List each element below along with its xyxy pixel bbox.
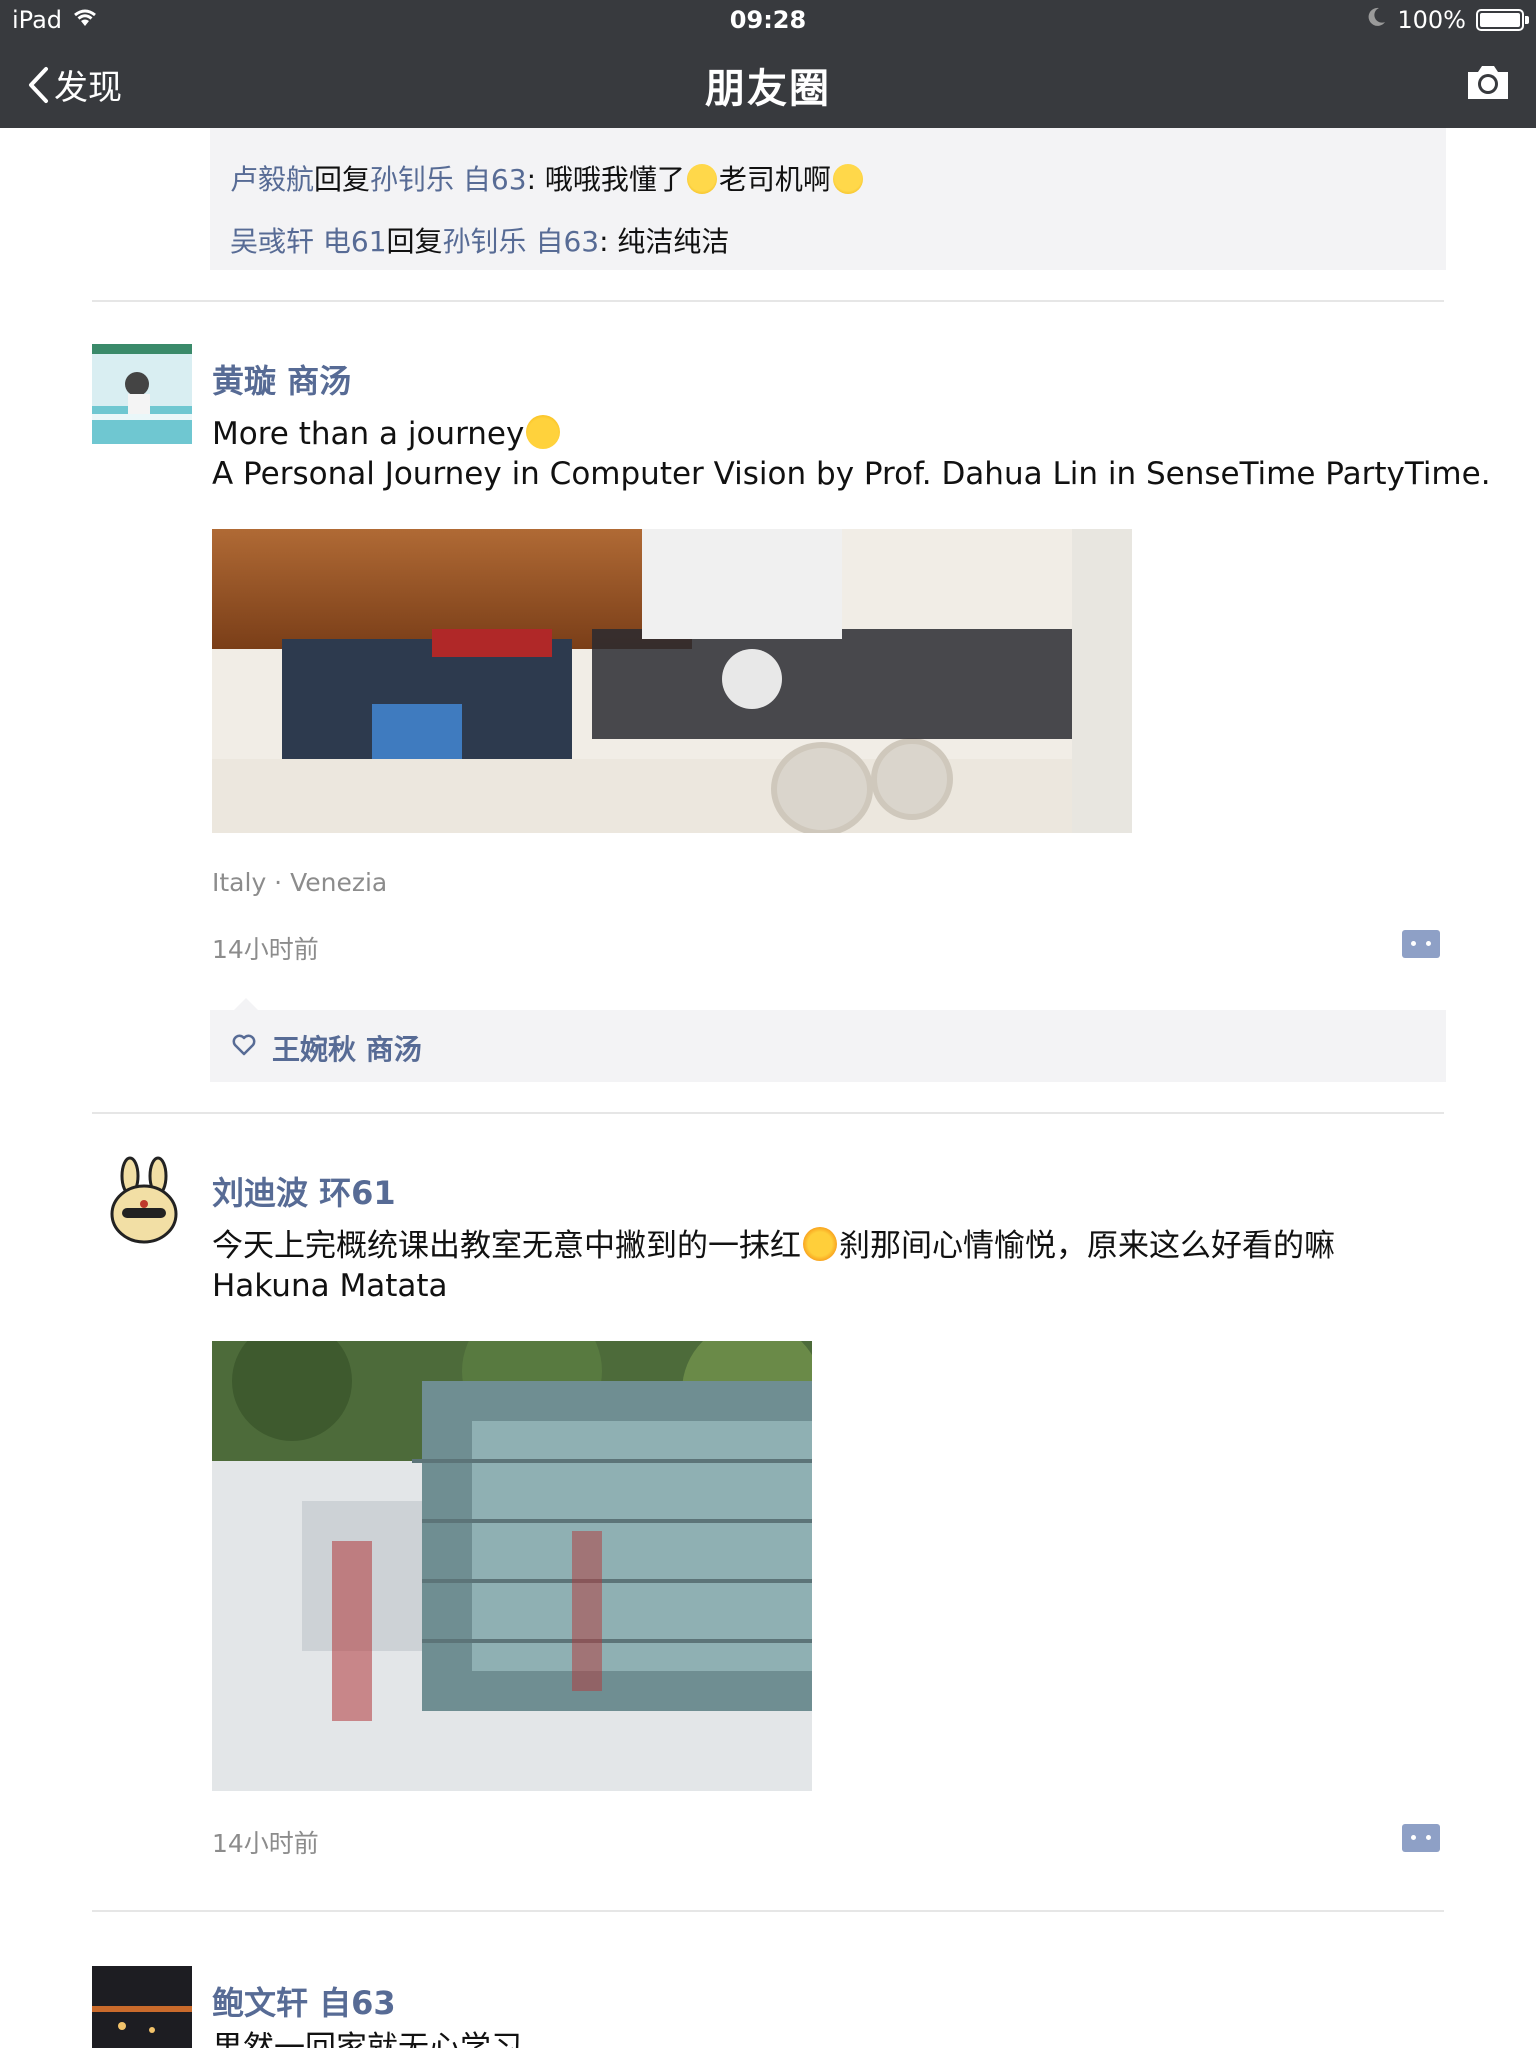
post-text-line: More than a journey — [212, 414, 562, 454]
post-divider — [92, 300, 1444, 302]
post-text: More than a journey — [212, 416, 525, 452]
post-divider — [92, 1910, 1444, 1912]
post-photo[interactable] — [212, 529, 1132, 833]
like-name[interactable]: 王婉秋 商汤 — [272, 1028, 422, 1068]
status-bar: iPad 09:28 100% — [0, 0, 1536, 40]
sun-emoji-icon — [803, 1227, 837, 1261]
comment-connector: 回复 — [314, 163, 371, 196]
laugh-cry-emoji-icon — [686, 164, 717, 194]
comment-text: : 哦哦我懂了 — [526, 163, 685, 196]
post-text-line: 今天上完概统课出教室无意中撇到的一抹红 刹那间心情愉悦，原来这么好看的嘛 — [212, 1226, 1335, 1266]
post-time: 14小时前 — [212, 935, 319, 964]
post-divider — [92, 1112, 1444, 1114]
battery-percent: 100% — [1397, 6, 1466, 34]
battery-fill — [1480, 13, 1520, 27]
post-author[interactable]: 刘迪波 环61 — [212, 1168, 396, 1214]
battery-icon — [1476, 9, 1529, 31]
comment-item[interactable]: 吴彧轩 电61回复孙钊乐 自63: 纯洁纯洁 — [230, 220, 729, 260]
heart-icon — [232, 1034, 256, 1060]
post-text-line: Hakuna Matata — [212, 1268, 448, 1304]
post-text-line: A Personal Journey in Computer Vision by… — [212, 456, 1491, 492]
camera-button[interactable] — [1464, 62, 1512, 106]
comment-author[interactable]: 吴彧轩 电61 — [230, 225, 387, 258]
likes-box: 王婉秋 商汤 — [210, 998, 1446, 1082]
moon-icon — [1367, 6, 1387, 34]
comment-more-icon[interactable] — [1402, 930, 1440, 958]
moments-feed[interactable]: 卢毅航回复孙钊乐 自63: 哦哦我懂了 老司机啊 吴彧轩 电61回复孙钊乐 自63… — [0, 128, 1536, 2048]
prev-post-comments: 卢毅航回复孙钊乐 自63: 哦哦我懂了 老司机啊 吴彧轩 电61回复孙钊乐 自63… — [210, 128, 1446, 270]
avatar[interactable] — [92, 344, 192, 444]
comment-item[interactable]: 卢毅航回复孙钊乐 自63: 哦哦我懂了 老司机啊 — [230, 158, 865, 198]
camera-icon — [1468, 66, 1508, 99]
comment-more-icon[interactable] — [1402, 1824, 1440, 1852]
post-author[interactable]: 鲍文轩 自63 — [212, 1978, 396, 2024]
avatar[interactable] — [92, 1966, 192, 2048]
nav-bar: 发现 朋友圈 — [0, 40, 1536, 128]
comment-reply-to[interactable]: 孙钊乐 自63 — [370, 163, 527, 196]
post-text: 今天上完概统课出教室无意中撇到的一抹红 — [212, 1228, 801, 1264]
post-author[interactable]: 黄璇 商汤 — [212, 356, 351, 402]
chick-emoji-icon — [526, 415, 561, 449]
post-text-line: 果然一回家就无心学习 — [212, 2030, 522, 2048]
comment-reply-to[interactable]: 孙钊乐 自63 — [443, 225, 600, 258]
post-photo[interactable] — [212, 1341, 812, 1791]
comment-connector: 回复 — [386, 225, 443, 258]
comment-text-2: 老司机啊 — [718, 163, 831, 196]
status-right: 100% — [1367, 6, 1529, 34]
comment-text: : 纯洁纯洁 — [599, 225, 730, 258]
avatar[interactable] — [92, 1156, 192, 1256]
post-text-2: 刹那间心情愉悦，原来这么好看的嘛 — [839, 1228, 1335, 1264]
flushed-emoji-icon — [832, 164, 863, 194]
post-time: 14小时前 — [212, 1829, 319, 1858]
post-location[interactable]: Italy · Venezia — [212, 868, 387, 897]
page-title: 朋友圈 — [705, 66, 831, 112]
status-time: 09:28 — [729, 6, 807, 34]
comment-author[interactable]: 卢毅航 — [230, 163, 314, 196]
